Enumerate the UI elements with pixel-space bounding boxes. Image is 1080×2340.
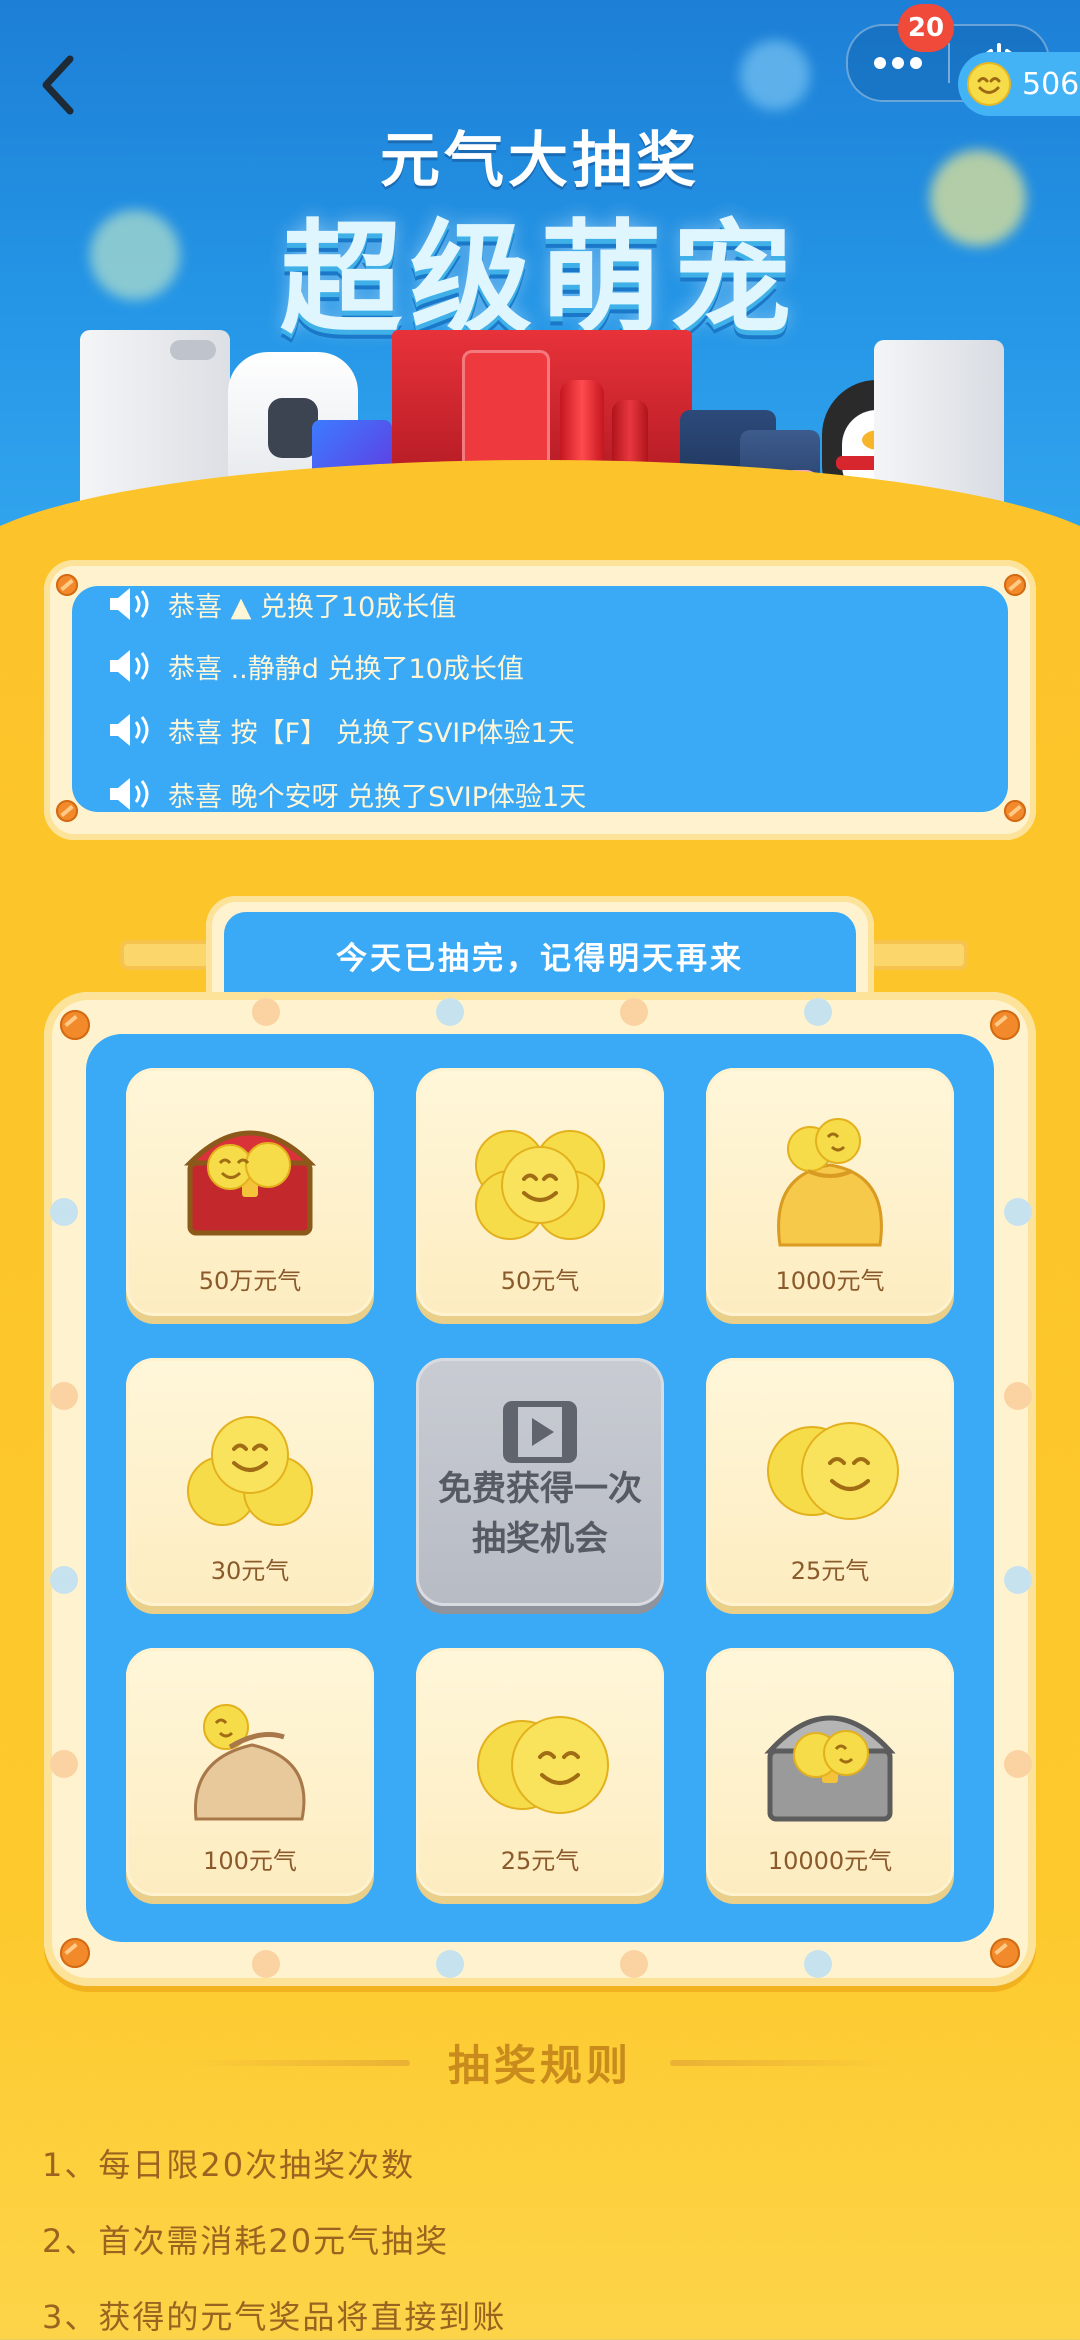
prize-label: 25元气 [500, 1847, 580, 1875]
two-coins-icon [477, 1716, 609, 1814]
dispenser-spout [170, 340, 216, 360]
rules-title: 抽奖规则 [447, 2041, 632, 2090]
coin-sack-tan-icon [193, 1704, 306, 1821]
rule-item: 1、每日限20次抽奖次数 [42, 2146, 416, 2184]
light-dot [1004, 1382, 1032, 1410]
ticker-text: 恭喜 ..静静d 兑换了10成长值 [168, 653, 524, 685]
bokeh-light [740, 40, 810, 110]
ticker-item: 恭喜 ..静静d 兑换了10成长值 [108, 636, 524, 696]
prize-label: 100元气 [203, 1847, 297, 1875]
light-dot [50, 1198, 78, 1226]
coin-pile-icon [187, 1416, 313, 1526]
light-dot [252, 1950, 280, 1978]
light-dot [1004, 1198, 1032, 1226]
prize-cell: 100元气 [126, 1648, 374, 1896]
ticker-item: 恭喜 按【F】 兑换了SVIP体验1天 [108, 700, 575, 760]
treasure-chest-gray-icon [764, 1715, 896, 1822]
free-draw-label: 免费获得一次抽奖机会 [438, 1469, 642, 1559]
prize-label: 1000元气 [775, 1267, 885, 1295]
rice-cooker-panel [268, 398, 318, 458]
light-dot [436, 1950, 464, 1978]
coin-balance: 506 [1022, 66, 1080, 102]
light-dot [620, 1950, 648, 1978]
screw-decoration [990, 1938, 1020, 1968]
video-play-icon [503, 1401, 577, 1463]
light-dot [50, 1750, 78, 1778]
free-draw-video-button[interactable]: 免费获得一次抽奖机会 [416, 1358, 664, 1606]
prize-cell: 10000元气 [706, 1648, 954, 1896]
two-coins-icon [767, 1422, 899, 1520]
prize-label: 50元气 [500, 1267, 580, 1295]
ticker-item: 恭喜 晚个安呀 兑换了SVIP体验1天 [108, 764, 586, 812]
speaker-icon [110, 650, 149, 682]
draw-status-banner: 今天已抽完，记得明天再来 [224, 912, 856, 998]
treasure-chest-red-icon [183, 1130, 317, 1236]
light-dot [1004, 1750, 1032, 1778]
coin-sack-yellow-icon [777, 1118, 883, 1247]
ticker-text: 恭喜 晚个安呀 兑换了SVIP体验1天 [168, 781, 587, 813]
prize-cell: 50万元气 [126, 1068, 374, 1316]
screw-decoration [60, 1938, 90, 1968]
smiley-coin-icon [967, 62, 1011, 106]
prize-label: 10000元气 [767, 1847, 893, 1875]
prize-cell: 25元气 [706, 1358, 954, 1606]
speaker-icon [110, 714, 149, 746]
coin-cluster-icon [475, 1130, 605, 1240]
screw-decoration [1004, 800, 1026, 822]
ticker-text: 恭喜 按【F】 兑换了SVIP体验1天 [168, 717, 575, 749]
notification-badge: 20 [898, 4, 954, 52]
rule-item: 3、获得的元气奖品将直接到账 [42, 2298, 507, 2336]
screw-decoration [1004, 574, 1026, 596]
ticker-item: 恭喜 ▲ 兑换了10成长值 [108, 586, 456, 634]
light-dot [620, 998, 648, 1026]
speaker-icon [110, 588, 149, 620]
screw-decoration [990, 1010, 1020, 1040]
screw-decoration [56, 574, 78, 596]
back-button[interactable] [28, 50, 88, 120]
light-dot [50, 1382, 78, 1410]
prize-cell: 25元气 [416, 1648, 664, 1896]
hanger-bar-right [860, 940, 968, 970]
light-dot [436, 998, 464, 1026]
speaker-icon [110, 778, 149, 810]
prize-cell: 1000元气 [706, 1068, 954, 1316]
screw-decoration [60, 1010, 90, 1040]
prize-label: 30元气 [210, 1557, 290, 1585]
more-dots-icon [874, 57, 922, 69]
prize-cell: 50元气 [416, 1068, 664, 1316]
screw-decoration [56, 800, 78, 822]
rule-item: 2、首次需消耗20元气抽奖 [42, 2222, 450, 2260]
light-dot [252, 998, 280, 1026]
prize-label: 50万元气 [198, 1267, 302, 1295]
winners-ticker: 恭喜 ▲ 兑换了10成长值 恭喜 ..静静d 兑换了10成长值 恭喜 按【F】 … [72, 586, 1008, 812]
prize-label: 25元气 [790, 1557, 870, 1585]
light-dot [1004, 1566, 1032, 1594]
light-dot [50, 1566, 78, 1594]
ticker-text: 恭喜 ▲ 兑换了10成长值 [168, 591, 457, 623]
coin-balance-chip[interactable]: 506 [958, 52, 1080, 116]
light-dot [804, 1950, 832, 1978]
chevron-left-icon [42, 55, 74, 115]
prize-cell: 30元气 [126, 1358, 374, 1606]
light-dot [804, 998, 832, 1026]
